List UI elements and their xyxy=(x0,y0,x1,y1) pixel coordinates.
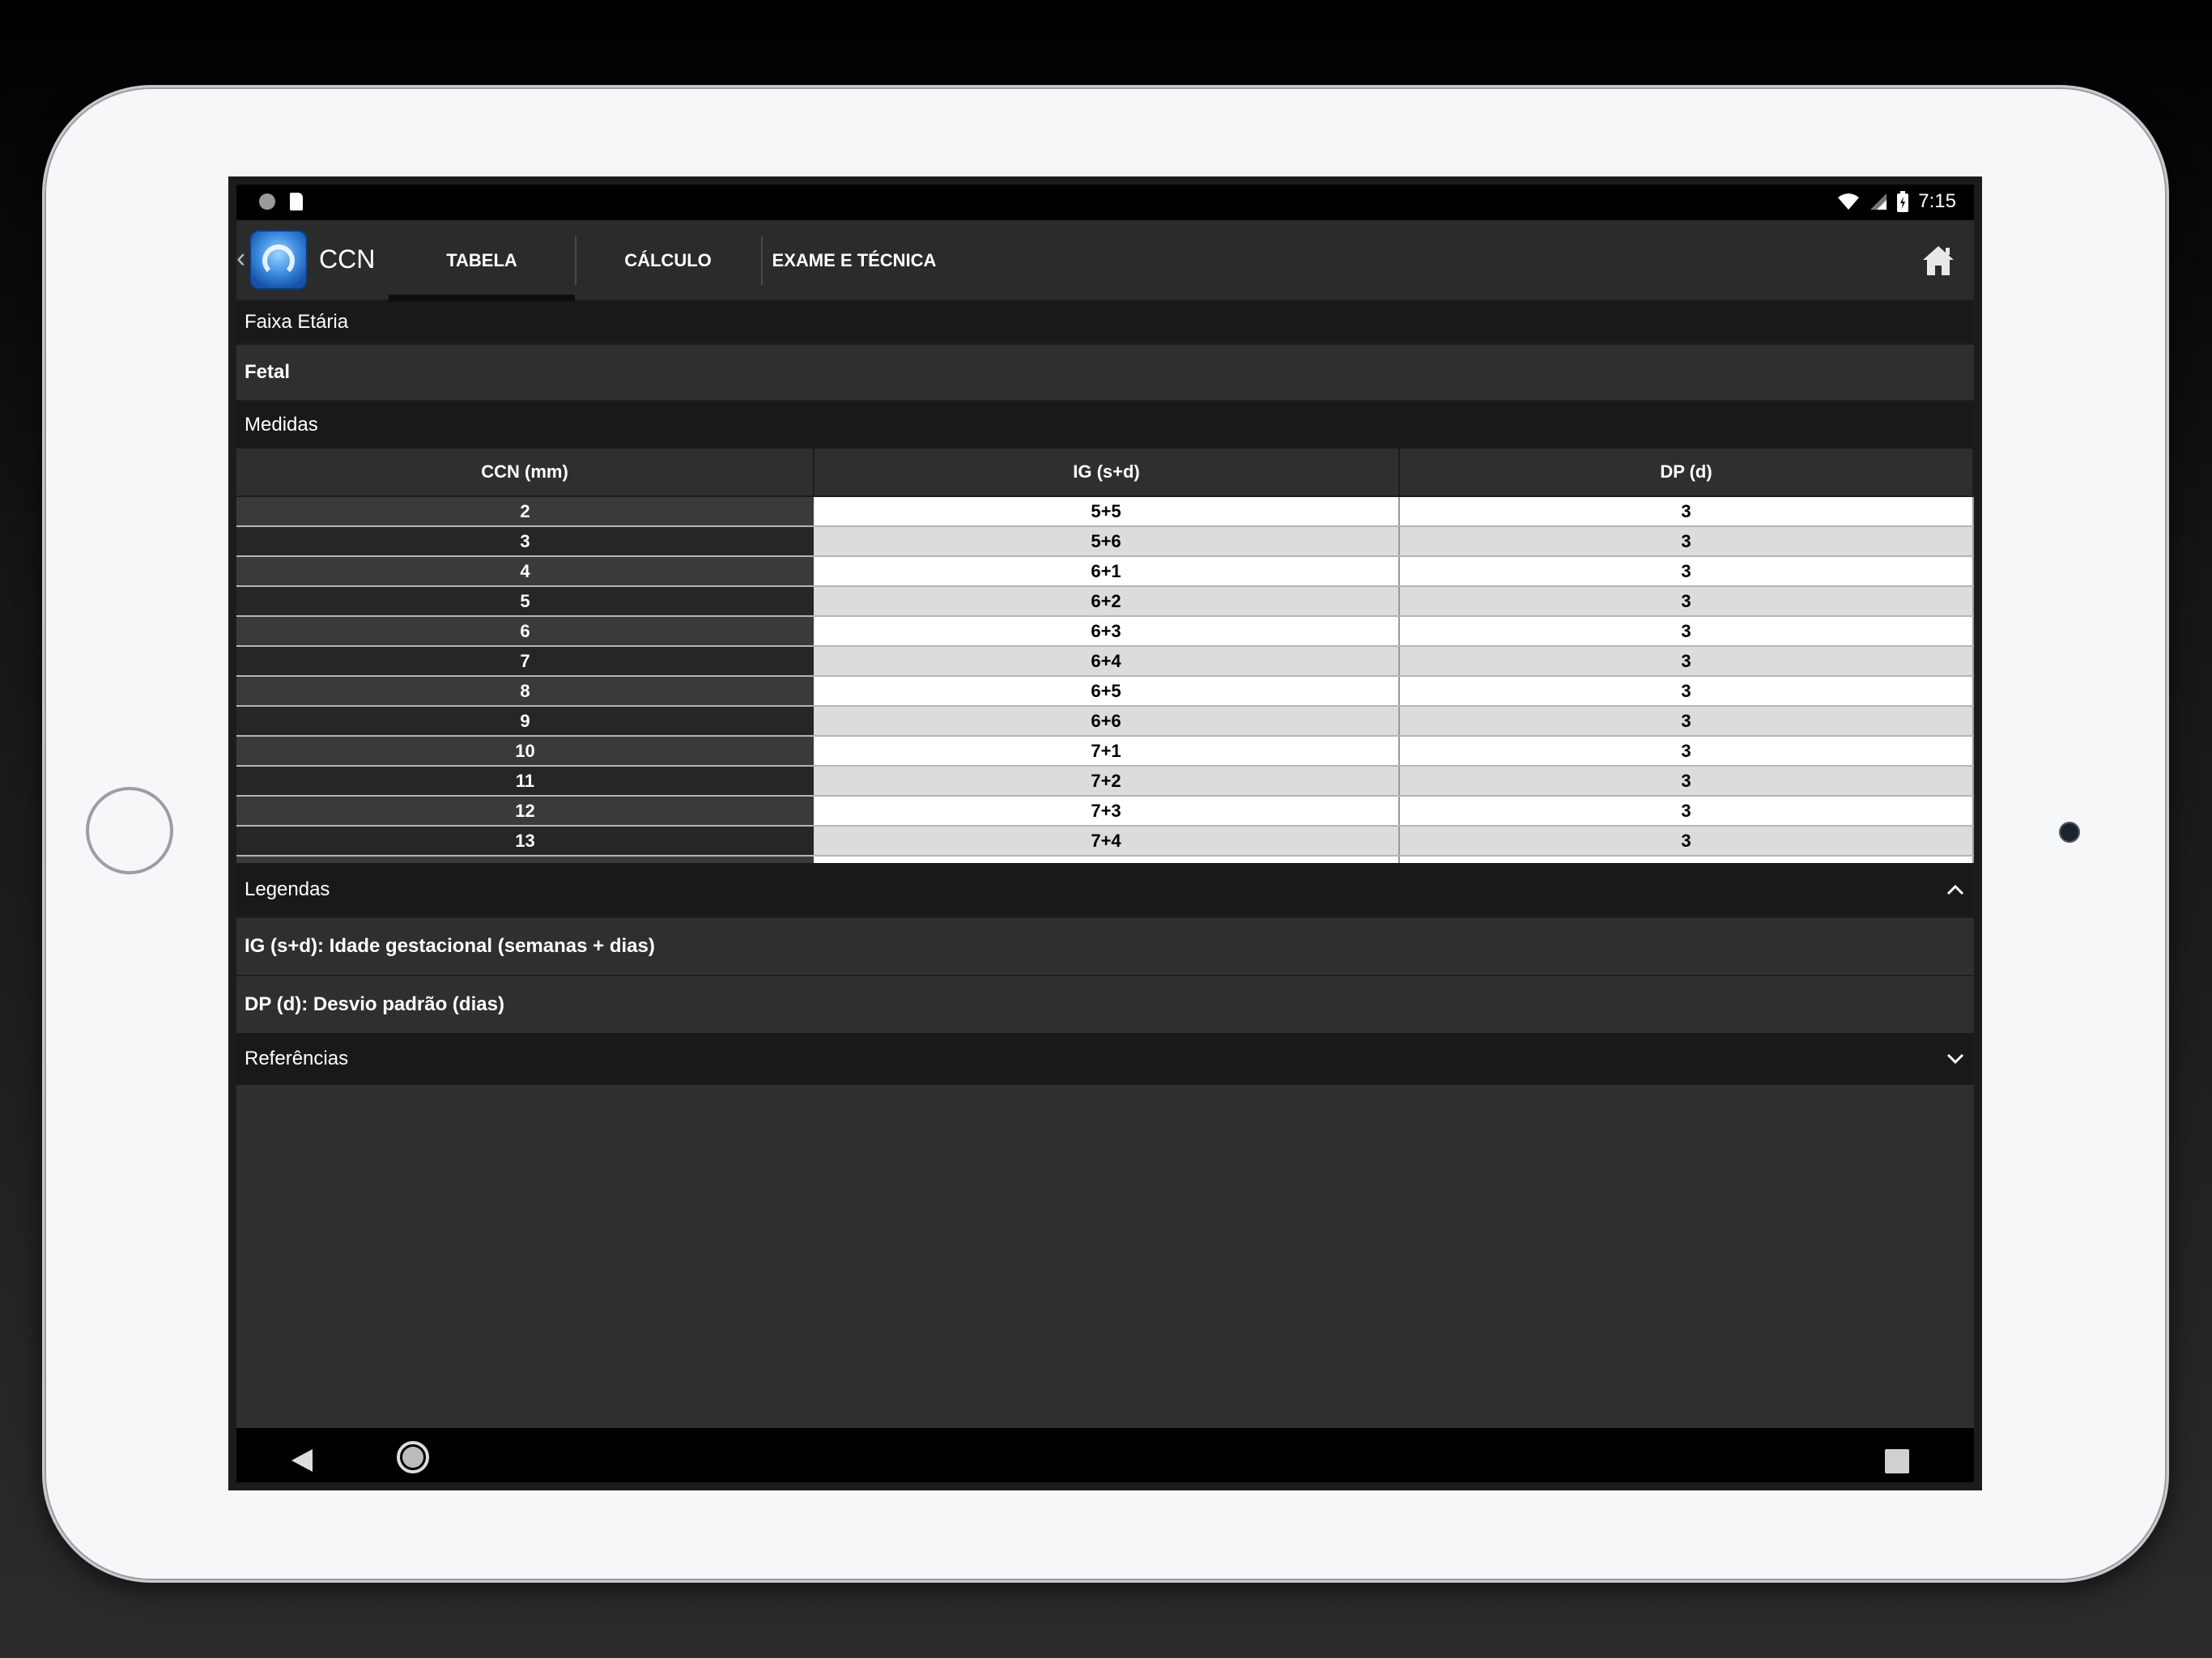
cell-ccn: 13 xyxy=(236,826,814,857)
cell-ig: 7+4 xyxy=(814,826,1400,857)
cell-ig: 5+5 xyxy=(814,496,1400,527)
faixa-etaria-value-row[interactable]: Fetal xyxy=(236,343,1974,402)
cell-ig: 6+6 xyxy=(814,706,1400,737)
table-row: 4 6+1 3 xyxy=(236,556,1974,587)
cell-dp: 3 xyxy=(1399,646,1974,677)
table-row: 6 6+3 3 xyxy=(236,616,1974,647)
table-row: 8 6+5 3 xyxy=(236,676,1974,707)
device-home-button[interactable] xyxy=(86,787,173,874)
header-ccn: CCN (mm) xyxy=(236,449,815,497)
cell-ig: 6+4 xyxy=(814,646,1400,677)
cell-dp: 3 xyxy=(1399,496,1974,527)
cell-ig: 6+1 xyxy=(814,556,1400,587)
notification-dot-icon xyxy=(259,193,275,210)
wifi-icon xyxy=(1838,193,1860,210)
cell-ig: 7+5 xyxy=(814,856,1400,863)
battery-icon xyxy=(1897,191,1909,212)
legendas-title: Legendas xyxy=(245,878,330,900)
nav-back-icon[interactable] xyxy=(290,1448,314,1473)
app-logo-icon[interactable] xyxy=(249,230,308,290)
sd-card-icon xyxy=(290,193,303,210)
table-row: 147+53 xyxy=(236,856,1974,863)
app-title: CCN xyxy=(319,244,376,274)
table-row: 9 6+6 3 xyxy=(236,706,1974,737)
legenda-ig-text: IG (s+d): Idade gestacional (semanas + d… xyxy=(245,935,655,957)
cell-dp: 3 xyxy=(1399,796,1974,827)
header-dp: DP (d) xyxy=(1399,449,1974,497)
content-filler xyxy=(236,1085,1974,1428)
legendas-header[interactable]: Legendas xyxy=(236,863,1974,916)
cell-ccn: 7 xyxy=(236,646,814,677)
faixa-etaria-label-row: Faixa Etária xyxy=(236,301,1974,343)
table-row: 5 6+2 3 xyxy=(236,586,1974,617)
ccn-table-container[interactable]: CCN (mm) IG (s+d) DP (d) 2 5+5 3 3 5+6 3 4 6+1 3… xyxy=(236,449,1974,863)
signal-icon xyxy=(1870,193,1887,210)
nav-recent-apps-icon[interactable] xyxy=(1885,1449,1909,1473)
faixa-etaria-label: Faixa Etária xyxy=(245,311,349,333)
header-ig: IG (s+d) xyxy=(814,449,1400,497)
home-icon[interactable] xyxy=(1921,243,1956,278)
legenda-item-ig: IG (s+d): Idade gestacional (semanas + d… xyxy=(236,916,1974,975)
legenda-item-dp: DP (d): Desvio padrão (dias) xyxy=(236,975,1974,1033)
cell-dp: 3 xyxy=(1399,736,1974,767)
status-time: 7:15 xyxy=(1918,190,1956,212)
cell-dp: 3 xyxy=(1399,526,1974,557)
android-nav-bar xyxy=(236,1428,1974,1482)
tab-tabela[interactable]: TABELA xyxy=(389,220,575,301)
cell-dp: 3 xyxy=(1399,706,1974,737)
medidas-label: Medidas xyxy=(245,414,318,436)
cell-ccn: 5 xyxy=(236,586,814,617)
referencias-title: Referências xyxy=(245,1048,349,1069)
back-chevron-icon[interactable]: ‹ xyxy=(236,243,245,274)
legenda-dp-text: DP (d): Desvio padrão (dias) xyxy=(245,993,504,1015)
cell-ccn: 2 xyxy=(236,496,814,527)
cell-ig: 7+1 xyxy=(814,736,1400,767)
tab-bar: TABELA CÁLCULO EXAME E TÉCNICA xyxy=(389,220,947,301)
cell-ig: 7+3 xyxy=(814,796,1400,827)
table-row: 2 5+5 3 xyxy=(236,496,1974,527)
ccn-table: CCN (mm) IG (s+d) DP (d) 2 5+5 3 3 5+6 3 4 6+1 3… xyxy=(236,449,1974,863)
device-camera xyxy=(2059,822,2080,843)
medidas-label-row: Medidas xyxy=(236,402,1974,449)
table-row: 11 7+2 3 xyxy=(236,766,1974,797)
table-row: 13 7+4 3 xyxy=(236,826,1974,857)
cell-dp: 3 xyxy=(1399,586,1974,617)
tab-calculo[interactable]: CÁLCULO xyxy=(575,220,761,301)
tab-exame-tecnica[interactable]: EXAME E TÉCNICA xyxy=(761,220,947,301)
table-body: 2 5+5 3 3 5+6 3 4 6+1 3 5 6+2 3 6 6+3 3 7 6+4 3 8 6+5 3 9 6+6 3… xyxy=(236,496,1974,863)
cell-ig: 7+2 xyxy=(814,766,1400,797)
cell-dp: 3 xyxy=(1399,676,1974,707)
chevron-down-icon[interactable] xyxy=(1946,1033,1964,1085)
cell-dp: 3 xyxy=(1399,616,1974,647)
table-row: 3 5+6 3 xyxy=(236,526,1974,557)
cell-ccn: 4 xyxy=(236,556,814,587)
referencias-header[interactable]: Referências xyxy=(236,1033,1974,1085)
cell-ccn: 12 xyxy=(236,796,814,827)
table-row: 7 6+4 3 xyxy=(236,646,1974,677)
cell-ig: 6+2 xyxy=(814,586,1400,617)
device-screen: 7:15 ‹ CCN TABELA CÁLCULO EXAME E TÉCNIC… xyxy=(228,176,1982,1490)
cell-ccn: 11 xyxy=(236,766,814,797)
cell-dp: 3 xyxy=(1399,766,1974,797)
nav-home-icon[interactable] xyxy=(397,1441,429,1473)
table-row: 10 7+1 3 xyxy=(236,736,1974,767)
cell-dp: 3 xyxy=(1399,556,1974,587)
cell-ccn: 9 xyxy=(236,706,814,737)
app-bar: ‹ CCN TABELA CÁLCULO EXAME E TÉCNICA xyxy=(236,220,1974,301)
faixa-etaria-value: Fetal xyxy=(245,361,291,383)
cell-dp: 3 xyxy=(1399,856,1974,863)
cell-ccn: 6 xyxy=(236,616,814,647)
status-bar: 7:15 xyxy=(236,185,1974,220)
table-header-row: CCN (mm) IG (s+d) DP (d) xyxy=(236,449,1974,497)
cell-ig: 5+6 xyxy=(814,526,1400,557)
cell-ccn: 8 xyxy=(236,676,814,707)
cell-ccn: 14 xyxy=(236,856,814,863)
table-row: 12 7+3 3 xyxy=(236,796,1974,827)
cell-dp: 3 xyxy=(1399,826,1974,857)
cell-ccn: 3 xyxy=(236,526,814,557)
chevron-up-icon[interactable] xyxy=(1946,863,1964,916)
cell-ccn: 10 xyxy=(236,736,814,767)
cell-ig: 6+5 xyxy=(814,676,1400,707)
cell-ig: 6+3 xyxy=(814,616,1400,647)
